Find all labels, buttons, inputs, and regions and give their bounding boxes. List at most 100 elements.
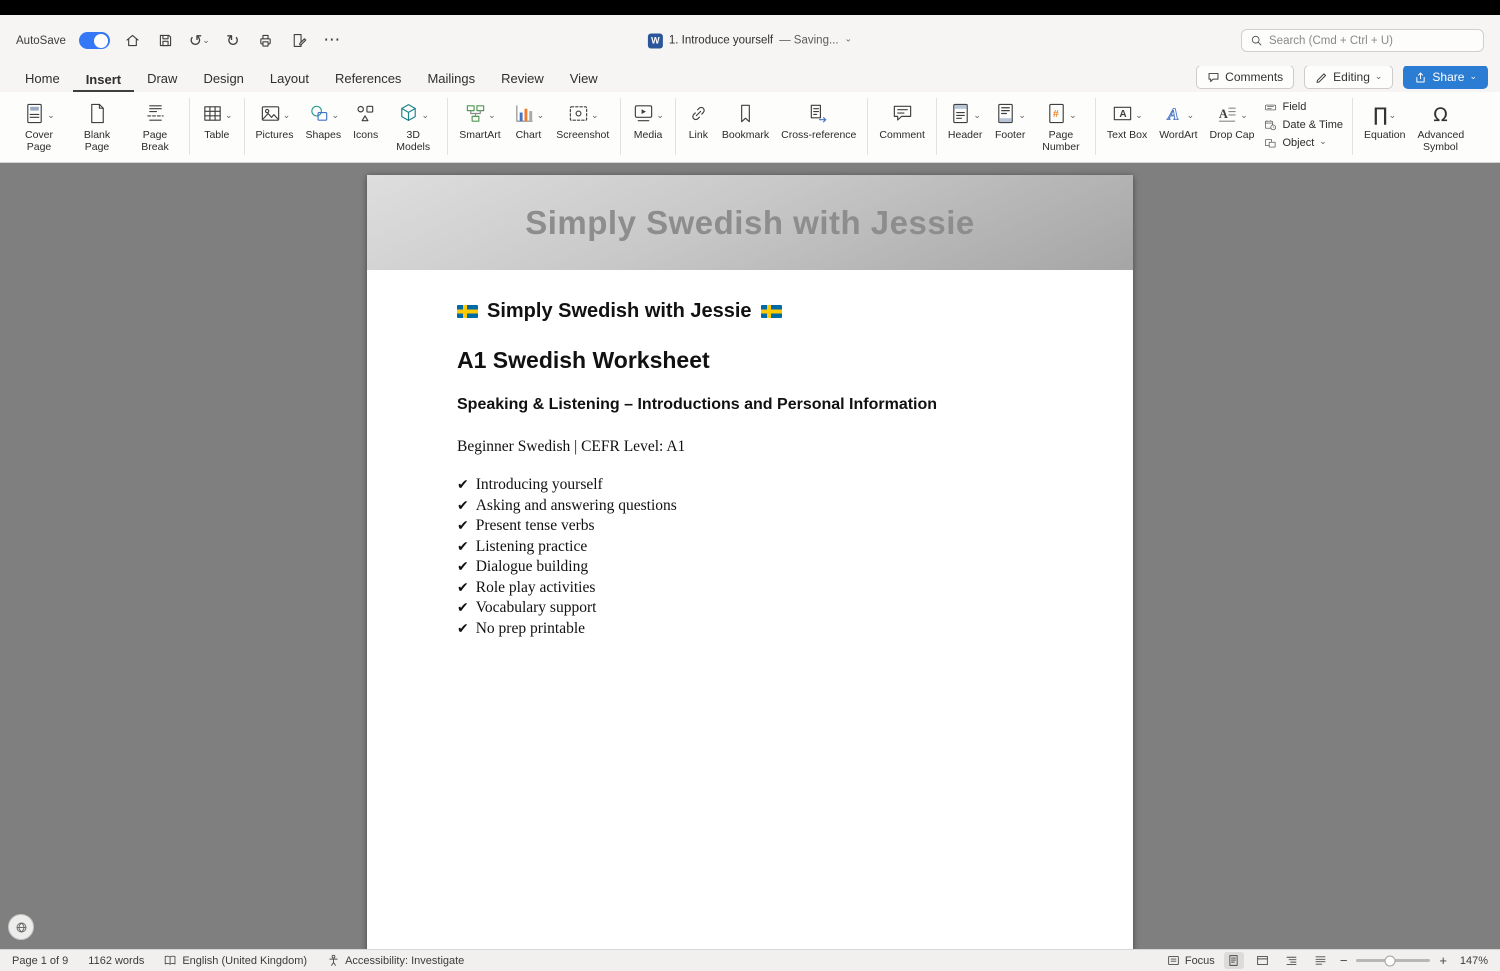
object-icon	[1265, 138, 1276, 147]
comment-button[interactable]: Comment	[873, 96, 931, 143]
tab-insert[interactable]: Insert	[72, 69, 135, 92]
chevron-down-icon	[47, 107, 55, 125]
tab-references[interactable]: References	[322, 68, 414, 92]
undo-button[interactable]	[189, 30, 210, 52]
page-number-button[interactable]: # Page Number	[1032, 96, 1090, 156]
ribbon-separator	[1094, 98, 1096, 155]
icons-button[interactable]: Icons	[347, 96, 384, 143]
smartart-button[interactable]: SmartArt	[453, 96, 506, 143]
footer-button[interactable]: Footer	[988, 96, 1032, 143]
comments-button[interactable]: Comments	[1196, 65, 1295, 89]
share-icon	[1416, 72, 1426, 82]
date-time-icon	[1265, 119, 1277, 130]
page-indicator[interactable]: Page 1 of 9	[12, 955, 68, 967]
advanced-symbol-button[interactable]: Ω Advanced Symbol	[1411, 96, 1469, 156]
tab-mailings[interactable]: Mailings	[414, 68, 488, 92]
zoom-percentage[interactable]: 147%	[1456, 955, 1488, 967]
tab-draw[interactable]: Draw	[134, 68, 190, 92]
document-title-menu[interactable]: 1. Introduce yourself — Saving...	[647, 33, 852, 48]
print-layout-view-button[interactable]	[1223, 952, 1244, 969]
cover-page-button[interactable]: Cover Page	[10, 96, 68, 156]
outline-view-button[interactable]	[1282, 952, 1302, 969]
chevron-down-icon	[1375, 70, 1383, 84]
text-box-button[interactable]: A Text Box	[1101, 96, 1153, 143]
tab-view[interactable]: View	[557, 68, 611, 92]
dictation-globe-button[interactable]	[8, 914, 34, 940]
status-right: Focus 147%	[1167, 952, 1488, 969]
ribbon-insert: Cover Page Blank Page Page Break Table P…	[0, 92, 1500, 163]
screenshot-icon	[569, 106, 588, 121]
drop-cap-button[interactable]: A Drop Cap	[1204, 96, 1261, 143]
tab-home[interactable]: Home	[12, 68, 73, 92]
tabs-actions: Comments Editing Share	[1196, 65, 1488, 92]
swedish-flag-icon	[760, 305, 782, 318]
web-layout-view-button[interactable]	[1253, 952, 1273, 969]
date-time-button[interactable]: Date & Time	[1264, 118, 1343, 132]
chart-button[interactable]: Chart	[507, 96, 551, 143]
search-box[interactable]	[1241, 29, 1484, 52]
field-button[interactable]: Field	[1264, 100, 1343, 114]
accessibility-icon	[329, 954, 338, 966]
save-button[interactable]	[156, 30, 176, 52]
zoom-slider-knob[interactable]	[1384, 955, 1396, 966]
comment-bubble-icon	[1208, 72, 1219, 82]
media-button[interactable]: Media	[626, 96, 670, 143]
redo-button[interactable]	[223, 30, 243, 52]
share-button[interactable]: Share	[1403, 65, 1488, 89]
blank-page-button[interactable]: Blank Page	[68, 96, 126, 156]
tab-review[interactable]: Review	[488, 68, 557, 92]
check-icon: ✔	[457, 477, 469, 494]
screenshot-button[interactable]: Screenshot	[550, 96, 615, 143]
3d-models-button[interactable]: 3D Models	[384, 96, 442, 156]
tab-design[interactable]: Design	[190, 68, 256, 92]
cross-reference-button[interactable]: Cross-reference	[775, 96, 862, 143]
chevron-down-icon	[1069, 107, 1077, 125]
redo-icon	[226, 33, 239, 49]
proofing-status[interactable]: English (United Kingdom)	[164, 954, 307, 967]
wordart-button[interactable]: A WordArt	[1153, 96, 1203, 143]
shapes-button[interactable]: Shapes	[299, 96, 347, 143]
chevron-down-icon	[1319, 137, 1327, 149]
link-button[interactable]: Link	[681, 96, 716, 143]
print-button[interactable]	[256, 30, 276, 52]
zoom-out-button[interactable]	[1340, 953, 1348, 968]
more-toolbar-button[interactable]	[322, 30, 342, 52]
equation-icon: ∏	[1373, 104, 1388, 126]
autosave-toggle[interactable]	[78, 32, 110, 49]
checklist-item: ✔ Present tense verbs	[457, 517, 595, 535]
document-banner: Simply Swedish with Jessie	[367, 175, 1133, 270]
chevron-down-icon	[1240, 107, 1248, 125]
home-button[interactable]	[123, 30, 143, 52]
table-button[interactable]: Table	[195, 96, 239, 143]
bookmark-button[interactable]: Bookmark	[716, 96, 775, 143]
zoom-in-button[interactable]	[1439, 953, 1447, 968]
zoom-slider[interactable]	[1356, 955, 1431, 966]
document-content[interactable]: Simply Swedish with Jessie A1 Swedish Wo…	[367, 270, 1133, 639]
search-input[interactable]	[1269, 34, 1475, 47]
ribbon-separator	[243, 98, 245, 155]
header-button[interactable]: Header	[942, 96, 988, 143]
pictures-button[interactable]: Pictures	[250, 96, 300, 143]
focus-mode-button[interactable]: Focus	[1167, 954, 1215, 967]
object-button[interactable]: Object	[1264, 136, 1343, 150]
page-break-button[interactable]: Page Break	[126, 96, 184, 156]
checklist-item: ✔ Vocabulary support	[457, 599, 597, 617]
svg-text:A: A	[1120, 109, 1127, 120]
word-window: AutoSave ↺ ⌄ ↻ ⋯ W 1. Introduce yourself…	[0, 0, 1500, 971]
chevron-down-icon	[202, 32, 210, 50]
chevron-down-icon	[225, 107, 233, 125]
accessibility-status[interactable]: Accessibility: Investigate	[327, 954, 464, 967]
draft-view-button[interactable]	[1311, 952, 1331, 969]
ribbon-tabs: Home Insert Draw Design Layout Reference…	[0, 65, 1500, 92]
editing-mode-button[interactable]: Editing	[1304, 65, 1394, 89]
chevron-down-icon	[1018, 107, 1026, 125]
document-page[interactable]: Simply Swedish with Jessie Simply Swedis…	[367, 175, 1133, 949]
word-count[interactable]: 1162 words	[88, 955, 144, 967]
document-edit-button[interactable]	[289, 30, 309, 52]
equation-button[interactable]: ∏ Equation	[1358, 96, 1411, 143]
ribbon-separator	[620, 98, 622, 155]
document-canvas[interactable]: Simply Swedish with Jessie Simply Swedis…	[0, 163, 1500, 949]
tab-layout[interactable]: Layout	[257, 68, 322, 92]
bookmark-icon	[741, 104, 750, 123]
status-bar: Page 1 of 9 1162 words English (United K…	[0, 949, 1500, 971]
